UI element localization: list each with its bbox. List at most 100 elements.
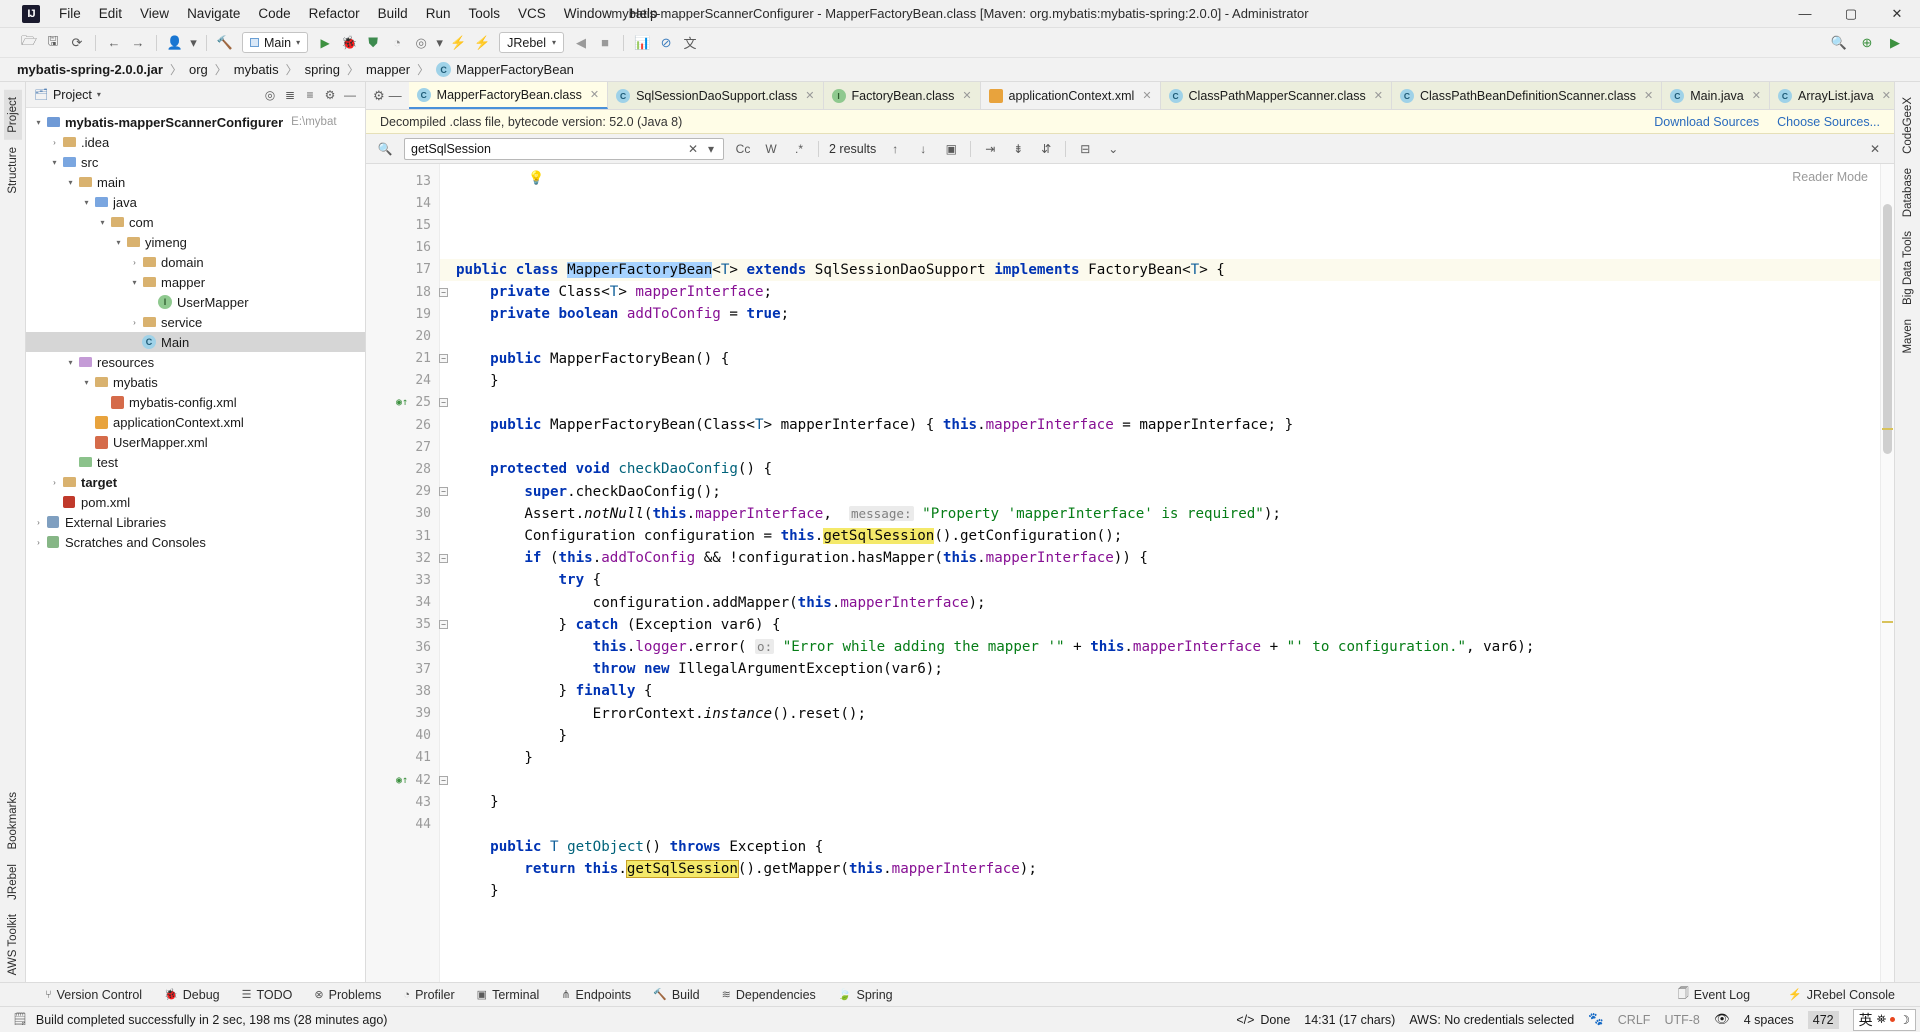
- code-line[interactable]: if (this.addToConfig && !configuration.h…: [440, 547, 1894, 569]
- bottom-tool-problems[interactable]: ⊗ Problems: [303, 988, 392, 1002]
- run-button[interactable]: ▶: [314, 32, 336, 54]
- settings-gear-icon[interactable]: ⚙: [321, 86, 339, 104]
- build-hammer-icon[interactable]: 🔨: [214, 32, 236, 54]
- menu-vcs[interactable]: VCS: [509, 2, 555, 25]
- line-number-gutter[interactable]: 13 14 15 16 17 18−19 20 21−24 ◉↑ 25−26 27 28 29−30 31…: [366, 164, 448, 982]
- menu-navigate[interactable]: Navigate: [178, 2, 249, 25]
- breadcrumb-class[interactable]: C MapperFactoryBean: [433, 62, 577, 77]
- expand-arrow-icon[interactable]: ▾: [32, 118, 45, 127]
- debug-button[interactable]: 🐞: [338, 32, 360, 54]
- tree-node[interactable]: ▾ yimeng: [26, 232, 365, 252]
- bottom-tool-event-log[interactable]: 🗍 Event Log: [1667, 985, 1761, 1004]
- gutter-line[interactable]: 36: [366, 636, 439, 658]
- code-line[interactable]: public MapperFactoryBean() {: [440, 348, 1894, 370]
- editor-tab[interactable]: C ClassPathMapperScanner.class ✕: [1160, 82, 1392, 109]
- sidebar-item-structure[interactable]: Structure: [4, 140, 22, 201]
- bottom-tool-debug[interactable]: 🐞 Debug: [153, 988, 231, 1002]
- code-line[interactable]: return this.getSqlSession().getMapper(th…: [440, 858, 1894, 880]
- gutter-line[interactable]: 21−: [366, 348, 448, 370]
- done-indicator[interactable]: </> Done: [1236, 1013, 1290, 1027]
- reader-mode-label[interactable]: Reader Mode: [1792, 170, 1868, 184]
- indent-indicator[interactable]: 4 spaces: [1744, 1013, 1794, 1027]
- gutter-line[interactable]: 35−: [366, 614, 448, 636]
- updates-icon[interactable]: ⊕: [1856, 32, 1878, 54]
- tree-node[interactable]: test: [26, 452, 365, 472]
- code-line[interactable]: [440, 237, 1894, 259]
- close-tab-icon[interactable]: ✕: [590, 88, 599, 101]
- code-line[interactable]: }: [440, 747, 1894, 769]
- user-icon[interactable]: 👤: [164, 32, 186, 54]
- bottom-tool-endpoints[interactable]: ⋔ Endpoints: [550, 988, 642, 1002]
- code-line[interactable]: } catch (Exception var6) {: [440, 614, 1894, 636]
- menu-file[interactable]: File: [50, 2, 90, 25]
- code-line[interactable]: [440, 769, 1894, 791]
- tree-node[interactable]: mybatis-config.xml: [26, 392, 365, 412]
- back-icon[interactable]: ←: [103, 32, 125, 54]
- editor-tab[interactable]: C ArrayList.java ✕: [1769, 82, 1894, 109]
- menu-build[interactable]: Build: [369, 2, 417, 25]
- tree-node[interactable]: ▾ java: [26, 192, 365, 212]
- code-line[interactable]: }: [440, 791, 1894, 813]
- close-tab-icon[interactable]: ✕: [1752, 89, 1761, 102]
- gutter-line[interactable]: 31: [366, 525, 439, 547]
- run-gutter-icon[interactable]: ◉↑: [396, 397, 408, 408]
- chevron-down-icon[interactable]: ▾: [188, 32, 199, 54]
- sidebar-item-aws-toolkit[interactable]: AWS Toolkit: [4, 907, 22, 982]
- close-tab-icon[interactable]: ✕: [962, 89, 971, 102]
- breadcrumb-org[interactable]: org: [186, 62, 211, 77]
- gutter-line[interactable]: 37: [366, 658, 439, 680]
- tree-node[interactable]: pom.xml: [26, 492, 365, 512]
- project-tree[interactable]: ▾ mybatis-mapperScannerConfigurer E:\mybat…: [26, 108, 365, 982]
- code-line[interactable]: private boolean addToConfig = true;: [440, 303, 1894, 325]
- open-in-find-window-icon[interactable]: ▣: [942, 142, 960, 156]
- gutter-line[interactable]: 26: [366, 414, 439, 436]
- chevron-down-icon[interactable]: ▾: [434, 32, 445, 54]
- gutter-line[interactable]: 19: [366, 303, 439, 325]
- add-line-selection-icon[interactable]: ⇟: [1009, 142, 1027, 156]
- expand-arrow-icon[interactable]: ▾: [112, 238, 125, 247]
- tree-node[interactable]: ▾ mapper: [26, 272, 365, 292]
- tree-node[interactable]: ▾ com: [26, 212, 365, 232]
- code-line[interactable]: [440, 392, 1894, 414]
- save-all-icon[interactable]: 🖫: [42, 32, 64, 54]
- code-line[interactable]: public class MapperFactoryBean<T> extend…: [440, 258, 1894, 281]
- intention-bulb-icon[interactable]: 💡: [528, 168, 544, 190]
- code-line[interactable]: public T getObject() throws Exception {: [440, 836, 1894, 858]
- tree-node[interactable]: › target: [26, 472, 365, 492]
- gutter-line[interactable]: ◉↑ 42−: [366, 769, 448, 791]
- expand-arrow-icon[interactable]: ›: [48, 138, 61, 147]
- tree-node[interactable]: › External Libraries: [26, 512, 365, 532]
- multi-caret-icon[interactable]: ⇵: [1037, 142, 1055, 156]
- tree-node[interactable]: UserMapper.xml: [26, 432, 365, 452]
- hide-tabs-icon[interactable]: —: [389, 88, 402, 103]
- profiler-button[interactable]: ◔: [386, 32, 408, 54]
- collapse-all-icon[interactable]: ≡: [301, 86, 319, 104]
- clear-search-icon[interactable]: ✕: [687, 142, 699, 156]
- menu-window[interactable]: Window: [555, 2, 621, 25]
- branch-indicator[interactable]: 472: [1807, 1010, 1839, 1029]
- sidebar-item-bookmarks[interactable]: Bookmarks: [4, 785, 22, 857]
- breadcrumb-mapper[interactable]: mapper: [363, 62, 413, 77]
- minimize-button[interactable]: —: [1782, 0, 1828, 28]
- gutter-line[interactable]: 32−: [366, 547, 448, 569]
- bottom-tool-version-control[interactable]: ⑂ Version Control: [34, 988, 153, 1002]
- expand-arrow-icon[interactable]: ›: [32, 538, 45, 547]
- preserve-case-icon[interactable]: ⊟: [1076, 142, 1094, 156]
- select-all-occurrences-icon[interactable]: ⇥: [981, 142, 999, 156]
- code-line[interactable]: [440, 436, 1894, 458]
- sidebar-item-database[interactable]: Database: [1899, 161, 1917, 224]
- code-line[interactable]: super.checkDaoConfig();: [440, 481, 1894, 503]
- attach-process-button[interactable]: ◎: [410, 32, 432, 54]
- no-entry-icon[interactable]: ⊘: [655, 32, 677, 54]
- code-line[interactable]: protected void checkDaoConfig() {: [440, 458, 1894, 480]
- translate-icon[interactable]: 文: [679, 32, 701, 54]
- breadcrumb-spring[interactable]: spring: [302, 62, 343, 77]
- expand-arrow-icon[interactable]: ▾: [64, 178, 77, 187]
- gutter-line[interactable]: 13: [366, 170, 439, 192]
- close-tab-icon[interactable]: ✕: [1142, 89, 1151, 102]
- hide-pane-icon[interactable]: —: [341, 86, 359, 104]
- bottom-tool-jrebel-console[interactable]: ⚡ JRebel Console: [1777, 988, 1906, 1002]
- gutter-line[interactable]: 29−: [366, 481, 448, 503]
- gutter-line[interactable]: 34: [366, 592, 439, 614]
- gutter-line[interactable]: 20: [366, 325, 439, 347]
